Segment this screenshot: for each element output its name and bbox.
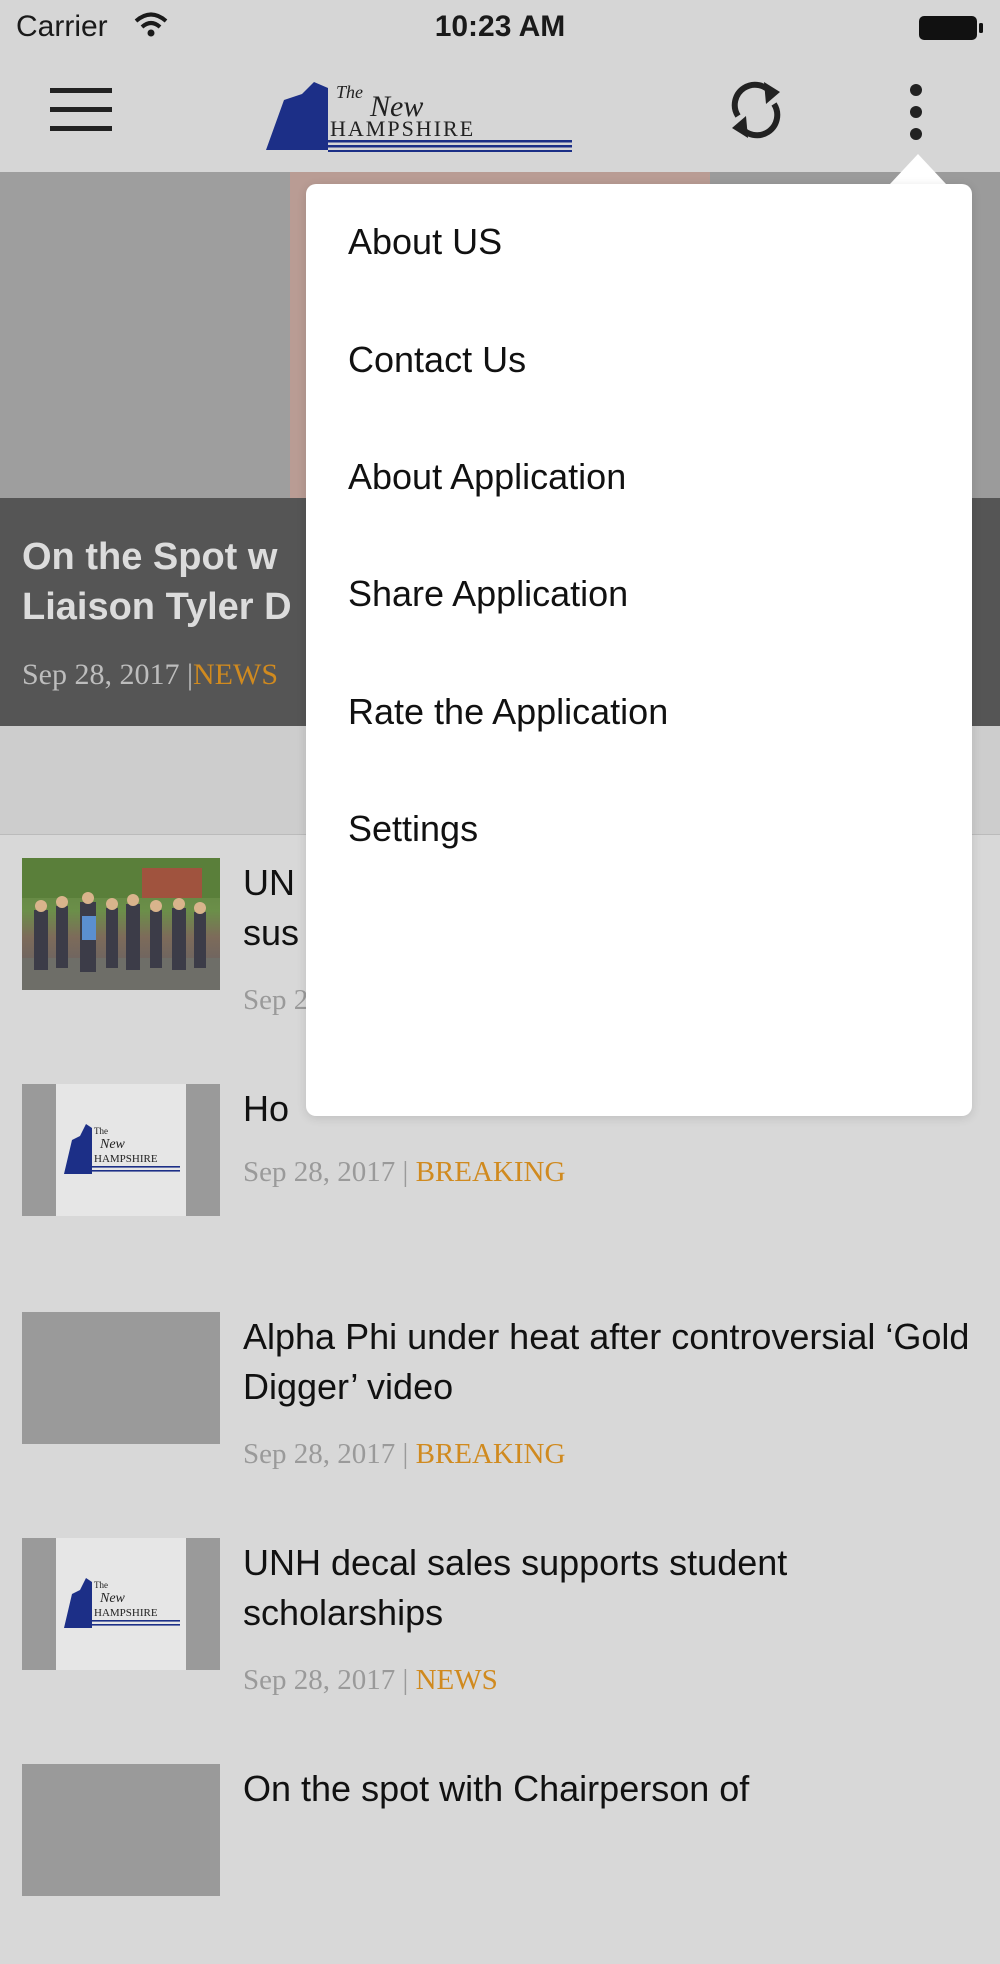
hero-date: Sep 28, 2017 |	[22, 658, 194, 691]
menu-item-settings[interactable]: Settings	[348, 789, 478, 869]
crowd-photo	[22, 858, 220, 990]
article-thumbnail	[22, 858, 220, 990]
hero-meta: Sep 28, 2017 |NEWS	[22, 658, 278, 692]
list-item[interactable]: The New HAMPSHIRE UNH decal sales suppor…	[0, 1538, 1000, 1738]
status-time: 10:23 AM	[434, 10, 566, 43]
article-title[interactable]: On the spot with Chairperson of	[243, 1764, 983, 1814]
svg-text:New: New	[99, 1591, 126, 1606]
article-date: Sep 28, 2017 |	[243, 1156, 409, 1188]
article-meta: Sep 28, 2017 | BREAKING	[243, 1156, 565, 1189]
menu-item-rate-application[interactable]: Rate the Application	[348, 672, 668, 752]
hamburger-menu-icon[interactable]	[50, 86, 112, 134]
svg-text:HAMPSHIRE: HAMPSHIRE	[330, 116, 475, 141]
article-thumbnail: The New HAMPSHIRE	[22, 1538, 220, 1670]
dropdown-pointer	[890, 154, 946, 184]
article-date: Sep 28, 2017 |	[243, 1438, 409, 1470]
thumbnail-logo-panel: The New HAMPSHIRE	[56, 1538, 186, 1670]
article-meta: Sep 2	[243, 984, 308, 1017]
overflow-menu: About US Contact Us About Application Sh…	[306, 184, 972, 1116]
article-thumbnail: The New HAMPSHIRE	[22, 1084, 220, 1216]
list-item[interactable]: Alpha Phi under heat after controversial…	[0, 1312, 1000, 1512]
thumbnail-logo-panel: The New HAMPSHIRE	[56, 1084, 186, 1216]
menu-item-about-application[interactable]: About Application	[348, 437, 626, 517]
article-date: Sep 28, 2017 |	[243, 1664, 409, 1696]
svg-text:New: New	[99, 1137, 126, 1152]
article-thumbnail	[22, 1312, 220, 1444]
refresh-icon[interactable]	[726, 74, 786, 146]
article-category[interactable]: BREAKING	[416, 1438, 566, 1470]
menu-item-share-application[interactable]: Share Application	[348, 554, 628, 634]
svg-text:The: The	[94, 1126, 108, 1136]
article-title[interactable]: Alpha Phi under heat after controversial…	[243, 1312, 983, 1412]
new-hampshire-logo: The New HAMPSHIRE	[266, 82, 572, 152]
new-hampshire-logo-small: The New HAMPSHIRE	[64, 1578, 180, 1628]
article-category[interactable]: BREAKING	[416, 1156, 566, 1188]
article-thumbnail	[22, 1764, 220, 1896]
article-meta: Sep 28, 2017 | NEWS	[243, 1664, 498, 1697]
menu-item-contact-us[interactable]: Contact Us	[348, 320, 526, 400]
svg-text:HAMPSHIRE: HAMPSHIRE	[94, 1607, 158, 1619]
article-date: Sep 2	[243, 984, 309, 1016]
hero-category[interactable]: NEWS	[193, 658, 278, 691]
status-bar: Carrier 10:23 AM	[0, 0, 1000, 56]
svg-text:The: The	[336, 82, 363, 102]
nav-bar: The New HAMPSHIRE	[0, 56, 1000, 173]
article-meta: Sep 28, 2017 | BREAKING	[243, 1438, 565, 1471]
article-category[interactable]: NEWS	[416, 1664, 498, 1696]
battery-icon	[919, 16, 983, 40]
list-item[interactable]: On the spot with Chairperson of	[0, 1764, 1000, 1964]
new-hampshire-logo-small: The New HAMPSHIRE	[64, 1124, 180, 1174]
more-vertical-icon[interactable]	[900, 80, 932, 144]
article-title[interactable]: UNH decal sales supports student scholar…	[243, 1538, 983, 1638]
svg-text:The: The	[94, 1580, 108, 1590]
menu-item-about-us[interactable]: About US	[348, 202, 502, 282]
svg-text:HAMPSHIRE: HAMPSHIRE	[94, 1153, 158, 1165]
